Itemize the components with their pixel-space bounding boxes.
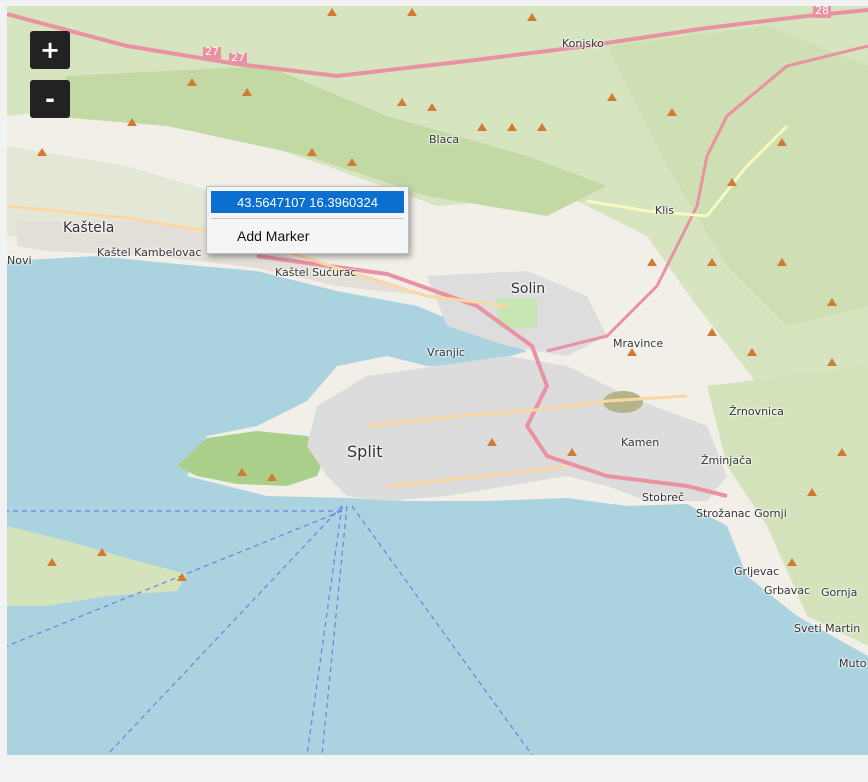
place-label-blaca: Blaca xyxy=(429,133,460,146)
place-label-kastela: Kaštela xyxy=(63,220,115,236)
zoom-out-button[interactable]: - xyxy=(30,80,70,118)
place-label-gornja: Gornja xyxy=(821,586,858,599)
place-label-zminjaca: Žminjača xyxy=(701,454,752,467)
place-label-kastel-sucurac: Kaštel Sućurac xyxy=(275,266,357,279)
context-menu: 43.5647107 16.3960324 Add Marker xyxy=(206,186,409,254)
map-view[interactable]: 27 27 28 Konjsko Blaca Klis Kaštela Novi… xyxy=(7,6,868,755)
context-menu-separator xyxy=(211,218,404,219)
place-label-konjsko: Konjsko xyxy=(562,37,604,50)
place-label-grljevac: Grljevac xyxy=(734,565,780,578)
map-tiles xyxy=(7,6,868,755)
place-label-kastel-kambelovac: Kaštel Kambelovac xyxy=(97,246,202,259)
road-shield-27: 27 xyxy=(205,45,219,58)
place-label-grbavac: Grbavac xyxy=(764,584,811,597)
place-label-sveti-martin: Sveti Martin xyxy=(794,622,861,635)
road-shield-28: 28 xyxy=(815,6,829,17)
road-shield-27: 27 xyxy=(231,51,245,64)
place-label-mravince: Mravince xyxy=(613,337,664,350)
place-label-solin: Solin xyxy=(511,281,546,297)
context-menu-coordinates[interactable]: 43.5647107 16.3960324 xyxy=(211,191,404,213)
place-label-novi: Novi xyxy=(7,254,32,267)
place-label-klis: Klis xyxy=(655,204,675,217)
place-label-stobrec: Stobreč xyxy=(642,491,685,504)
place-label-vranjic: Vranjic xyxy=(427,346,465,359)
zoom-in-button[interactable]: + xyxy=(30,31,70,69)
place-label-kamen: Kamen xyxy=(621,436,660,449)
place-label-muto: Muto xyxy=(839,657,867,670)
place-label-split: Split xyxy=(347,442,383,461)
place-label-zrnovnica: Žrnovnica xyxy=(729,405,784,418)
place-label-strozanac: Strožanac Gornji xyxy=(696,507,787,520)
add-marker-menu-item[interactable]: Add Marker xyxy=(237,228,309,244)
